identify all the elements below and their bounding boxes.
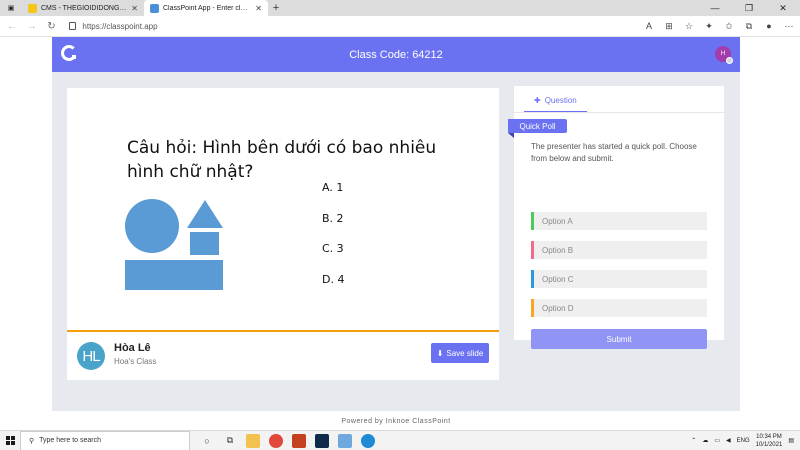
badge-fold [508, 133, 514, 138]
presenter-name: Hòa Lê [114, 342, 151, 354]
puzzle-icon: ✚ [534, 96, 541, 105]
triangle-shape [187, 200, 223, 228]
browser-toolbar: A ⊞ ☆ ✦ ✩ ⧉ ● ⋯ [644, 21, 794, 32]
rectangle-shape [125, 260, 223, 290]
window-controls: — ❐ ✕ [698, 0, 800, 16]
system-tray: ⌃ ☁ ▭ ◀ ENG 10:34 PM 10/1/2021 ▤ [691, 433, 800, 449]
minimize-icon[interactable]: — [698, 0, 732, 16]
network-icon[interactable]: ▭ [714, 437, 720, 444]
circle-shape [125, 199, 179, 253]
poll-instructions: The presenter has started a quick poll. … [531, 142, 697, 163]
question-text: Câu hỏi: Hình bên dưới có bao nhiêu hình… [127, 138, 437, 182]
cloud-icon[interactable]: ☁ [702, 437, 708, 444]
file-explorer-icon[interactable] [246, 433, 260, 448]
url-text: https://classpoint.app [82, 21, 158, 31]
presenter-avatar: HL [77, 342, 105, 370]
photoshop-icon[interactable] [315, 433, 329, 448]
tab-cms[interactable]: CMS - THEGIOIDIDONG.COM ✕ [22, 0, 144, 16]
start-button[interactable] [0, 431, 20, 450]
logo-dot [72, 55, 76, 59]
refresh-icon[interactable]: ↻ [46, 21, 58, 32]
chevron-up-icon[interactable]: ⌃ [691, 437, 696, 444]
back-arrow-icon[interactable]: ← [6, 21, 18, 32]
panel-divider [514, 112, 724, 113]
taskbar-apps: ○ ⧉ [200, 433, 375, 448]
answer-c: C. 3 [322, 242, 344, 255]
clock[interactable]: 10:34 PM 10/1/2021 [756, 433, 783, 449]
class-code: Class Code: 64212 [349, 48, 443, 61]
answer-a: A. 1 [322, 181, 344, 194]
photos-icon[interactable] [338, 433, 352, 448]
option-b[interactable]: Option B [531, 241, 707, 259]
answer-d: D. 4 [322, 272, 345, 286]
notifications-icon[interactable]: ▤ [788, 437, 794, 444]
clock-time: 10:34 PM [756, 433, 782, 440]
task-view-icon[interactable]: ⧉ [223, 434, 237, 448]
windows-taskbar: ⚲ Type here to search ○ ⧉ ⌃ ☁ ▭ ◀ ENG 10… [0, 430, 800, 450]
option-a[interactable]: Option A [531, 212, 707, 230]
edge-icon[interactable] [361, 433, 375, 448]
favorite-star-icon[interactable]: ☆ [684, 21, 694, 32]
more-menu-icon[interactable]: ⋯ [784, 21, 794, 32]
extensions-icon[interactable]: ✦ [704, 21, 714, 32]
close-window-icon[interactable]: ✕ [766, 0, 800, 16]
avatar-initial: H [720, 51, 726, 57]
favorites-icon[interactable]: ✩ [724, 21, 734, 32]
quick-poll-badge: Quick Poll [508, 119, 567, 133]
profile-icon[interactable]: ● [764, 21, 774, 32]
address-bar: ← → ↻ https://classpoint.app A ⊞ ☆ ✦ ✩ ⧉… [0, 16, 800, 37]
avatar-status-dot [726, 57, 733, 64]
top-bar: Class Code: 64212 H [52, 37, 740, 72]
option-c[interactable]: Option C [531, 270, 707, 288]
url-field[interactable]: https://classpoint.app [65, 18, 636, 34]
lock-icon [69, 22, 77, 30]
search-icon: ⚲ [29, 437, 35, 445]
slide-footer: HL Hòa Lê Hoa's Class ⬇ Save slide [67, 330, 499, 380]
save-slide-button[interactable]: ⬇ Save slide [431, 343, 489, 363]
tab-classpoint[interactable]: ClassPoint App - Enter class code ✕ [144, 0, 268, 16]
tab-title: ClassPoint App - Enter class code [163, 4, 252, 12]
chrome-icon[interactable] [269, 433, 283, 448]
new-tab-button[interactable]: + [268, 0, 284, 16]
clock-date: 10/1/2021 [755, 441, 783, 448]
apps-icon[interactable]: ⊞ [664, 21, 674, 32]
answer-b: B. 2 [322, 211, 344, 225]
powerpoint-icon[interactable] [292, 433, 306, 448]
tab-title: CMS - THEGIOIDIDONG.COM [41, 4, 127, 12]
browser-tab-strip: ▣ CMS - THEGIOIDIDONG.COM ✕ ClassPoint A… [0, 0, 800, 16]
close-tab-icon[interactable]: ✕ [255, 4, 262, 13]
close-tab-icon[interactable]: ✕ [131, 4, 138, 13]
answer-list: A. 1 B. 2 C. 3 D. 4 [322, 181, 344, 303]
tab-question[interactable]: ✚ Question [524, 90, 587, 112]
tab-actions-icon: ▣ [7, 5, 15, 12]
language-indicator[interactable]: ENG [737, 438, 750, 444]
square-shape [190, 232, 219, 255]
cms-favicon-icon [28, 3, 37, 13]
user-avatar[interactable]: H [715, 46, 733, 64]
class-name: Hoa's Class [114, 357, 157, 366]
classpoint-favicon-icon [150, 3, 159, 13]
powered-by-footer: Powered by Inknoe ClassPoint [52, 411, 740, 432]
cortana-icon[interactable]: ○ [200, 434, 214, 448]
forward-arrow-icon[interactable]: → [26, 21, 38, 32]
tab-question-label: Question [544, 96, 577, 105]
search-placeholder: Type here to search [39, 437, 102, 444]
option-d[interactable]: Option D [531, 299, 707, 317]
classpoint-page: Class Code: 64212 H Câu hỏi: Hình bên dư… [52, 37, 740, 432]
submit-button[interactable]: Submit [531, 329, 707, 349]
download-icon: ⬇ [436, 348, 444, 358]
volume-icon[interactable]: ◀ [726, 437, 731, 444]
collections-icon[interactable]: ⧉ [744, 21, 754, 32]
slide-card: Câu hỏi: Hình bên dưới có bao nhiêu hình… [67, 88, 499, 330]
read-aloud-icon[interactable]: A [644, 21, 654, 32]
restore-icon[interactable]: ❐ [732, 0, 766, 16]
question-panel: ✚ Question Quick Poll The presenter has … [508, 86, 724, 349]
taskbar-search[interactable]: ⚲ Type here to search [20, 430, 190, 450]
tab-actions-button[interactable]: ▣ [0, 0, 22, 16]
windows-logo-icon [5, 436, 15, 445]
save-slide-label: Save slide [446, 348, 484, 358]
